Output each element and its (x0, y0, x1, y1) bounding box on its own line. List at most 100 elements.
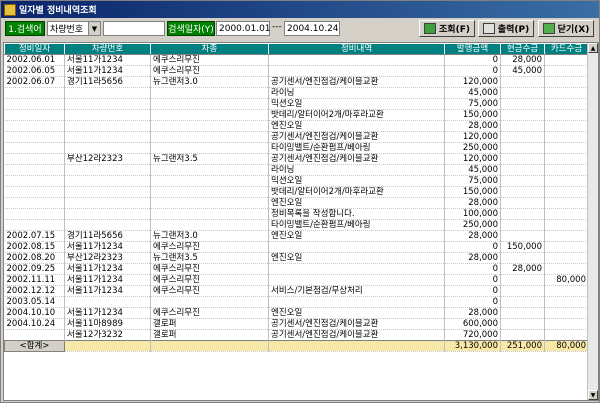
table-cell (500, 208, 545, 220)
table-row[interactable]: 서울12가3232 갤로퍼 공기센서/엔진점검/케이블교환 720,000 (4, 329, 589, 341)
print-button[interactable]: 출력(P) (478, 20, 534, 37)
table-cell (500, 318, 545, 330)
table-cell: 150,000 (444, 186, 501, 198)
table-row[interactable]: 2002.11.11 서울11가1234 에쿠스리무진 0 80,000 (4, 274, 589, 286)
date-label: 검색일자(Y) (167, 21, 215, 36)
table-cell: 2002.06.01 (4, 54, 65, 66)
table-cell (544, 54, 589, 66)
date-from-input[interactable]: 2000.01.01 (216, 21, 271, 36)
total-cell: 80,000 (544, 340, 589, 352)
table-cell: 갤로퍼 (150, 329, 269, 341)
table-cell (500, 142, 545, 154)
table-row[interactable]: 정비목록을 작성합니다. 100,000 (4, 208, 589, 220)
total-cell: 251,000 (500, 340, 545, 352)
column-header[interactable]: 차종 (150, 43, 269, 55)
table-cell: 75,000 (444, 175, 501, 187)
query-button[interactable]: 조회(F) (419, 20, 475, 37)
printer-icon (482, 23, 495, 34)
scroll-up-icon[interactable]: ▲ (588, 43, 598, 53)
table-row[interactable]: 밧데리/알터이어2개/마후라교환 150,000 (4, 109, 589, 121)
table-cell: 720,000 (444, 329, 501, 341)
table-row[interactable]: 믹션오일 75,000 (4, 175, 589, 187)
table-cell (544, 98, 589, 110)
table-cell: 공기센서/엔진점검/케이블교환 (268, 131, 445, 143)
table-row[interactable]: 엔진오일 28,000 (4, 120, 589, 132)
print-button-label: 출력(P) (497, 25, 530, 35)
table-cell: 엔진오일 (268, 307, 445, 319)
table-cell (544, 230, 589, 242)
table-row[interactable]: 2002.07.15 경기11라5656 뉴그랜저3.0 엔진오일 28,000 (4, 230, 589, 242)
table-cell: 28,000 (444, 230, 501, 242)
column-header[interactable]: 카드수금 (544, 43, 589, 55)
column-header[interactable]: 현금수금 (500, 43, 545, 55)
table-cell (4, 120, 65, 132)
table-cell: 서울11가1234 (64, 65, 151, 77)
table-row[interactable]: 2002.12.12 서울11가1234 에쿠스리무진 서비스/기본점검/무상처리 0 (4, 285, 589, 297)
date-to-input[interactable]: 2004.10.24 (284, 21, 340, 36)
table-row[interactable]: 2002.08.20 부산12라2323 뉴그랜저3.5 엔진오일 28,000 (4, 252, 589, 264)
table-row[interactable]: 2003.05.14 0 (4, 296, 589, 308)
table-cell (500, 274, 545, 286)
table-cell: 0 (444, 241, 501, 253)
table-row[interactable]: 타이밍밸트/순환펌프/베아링 250,000 (4, 219, 589, 231)
table-row[interactable]: 2002.08.15 서울11가1234 에쿠스리무진 0 150,000 (4, 241, 589, 253)
table-row[interactable]: 2002.06.07 경기11라5656 뉴그랜저3.0 공기센서/엔진점검/케이블교… (4, 76, 589, 88)
table-cell (500, 252, 545, 264)
app-icon (4, 3, 16, 16)
table-row[interactable]: 엔진오일 28,000 (4, 197, 589, 209)
table-cell: 28,000 (444, 252, 501, 264)
table-cell: 에쿠스리무진 (150, 241, 269, 253)
chevron-down-icon[interactable]: ▼ (88, 22, 100, 35)
search-field-select[interactable]: 차량번호 ▼ (47, 21, 101, 36)
vertical-scrollbar[interactable]: ▲ ▼ (587, 43, 598, 400)
table-row[interactable]: 2004.10.24 서울11마8989 갤로퍼 공기센서/엔진점검/케이블교환 600… (4, 318, 589, 330)
table-cell (4, 164, 65, 176)
table-cell: 엔진오일 (268, 230, 445, 242)
table-cell (4, 208, 65, 220)
table-cell: 뉴그랜저3.0 (150, 230, 269, 242)
maintenance-grid[interactable]: 정비일자 차량번호 차종 정비내역 발행금액 현금수금 카드수금 2002.06.01 서울1… (3, 42, 599, 401)
table-cell (500, 87, 545, 99)
table-row[interactable]: 타이밍밸트/순환펌프/베아링 250,000 (4, 142, 589, 154)
table-row[interactable]: 라이닝 45,000 (4, 87, 589, 99)
table-cell: 경기11라5656 (64, 76, 151, 88)
column-header[interactable]: 정비내역 (268, 43, 445, 55)
table-cell (500, 219, 545, 231)
table-cell (544, 285, 589, 297)
table-cell (544, 87, 589, 99)
table-cell (268, 296, 445, 308)
column-header[interactable]: 정비일자 (4, 43, 65, 55)
table-cell: 120,000 (444, 76, 501, 88)
table-cell: 서비스/기본점검/무상처리 (268, 285, 445, 297)
column-header[interactable]: 발행금액 (444, 43, 501, 55)
table-cell (544, 329, 589, 341)
table-cell: 45,000 (500, 65, 545, 77)
table-cell (4, 142, 65, 154)
table-cell: 2002.08.15 (4, 241, 65, 253)
query-button-label: 조회(F) (439, 25, 470, 35)
table-cell (544, 296, 589, 308)
table-row[interactable]: 2004.10.10 서울11가1234 에쿠스리무진 엔진오일 28,000 (4, 307, 589, 319)
close-button[interactable]: 닫기(X) (538, 20, 594, 37)
table-cell (500, 285, 545, 297)
table-cell: 2002.06.07 (4, 76, 65, 88)
table-row[interactable]: 라이닝 45,000 (4, 164, 589, 176)
table-cell: 2002.09.25 (4, 263, 65, 275)
table-cell: 타이밍밸트/순환펌프/베아링 (268, 142, 445, 154)
table-row[interactable]: 밧데리/알터이어2개/마후라교환 150,000 (4, 186, 589, 198)
table-row[interactable]: 2002.06.05 서울11가1234 에쿠스리무진 0 45,000 (4, 65, 589, 77)
table-row[interactable]: 2002.06.01 서울11가1234 에쿠스리무진 0 28,000 (4, 54, 589, 66)
table-row[interactable]: 믹션오일 75,000 (4, 98, 589, 110)
date-separator: --- (272, 22, 282, 32)
column-header[interactable]: 차량번호 (64, 43, 151, 55)
table-cell (268, 241, 445, 253)
title-bar[interactable]: 일자별 정비내역조회 (1, 1, 599, 18)
table-cell (150, 87, 269, 99)
table-row[interactable]: 2002.09.25 서울11가1234 에쿠스리무진 0 28,000 (4, 263, 589, 275)
table-cell (64, 87, 151, 99)
search-input[interactable] (103, 21, 165, 36)
table-cell (544, 153, 589, 165)
scroll-down-icon[interactable]: ▼ (588, 390, 598, 400)
table-row[interactable]: 부산12라2323 뉴그랜저3.5 공기센서/엔진점검/케이블교환 120,000 (4, 153, 589, 165)
table-row[interactable]: 공기센서/엔진점검/케이블교환 120,000 (4, 131, 589, 143)
